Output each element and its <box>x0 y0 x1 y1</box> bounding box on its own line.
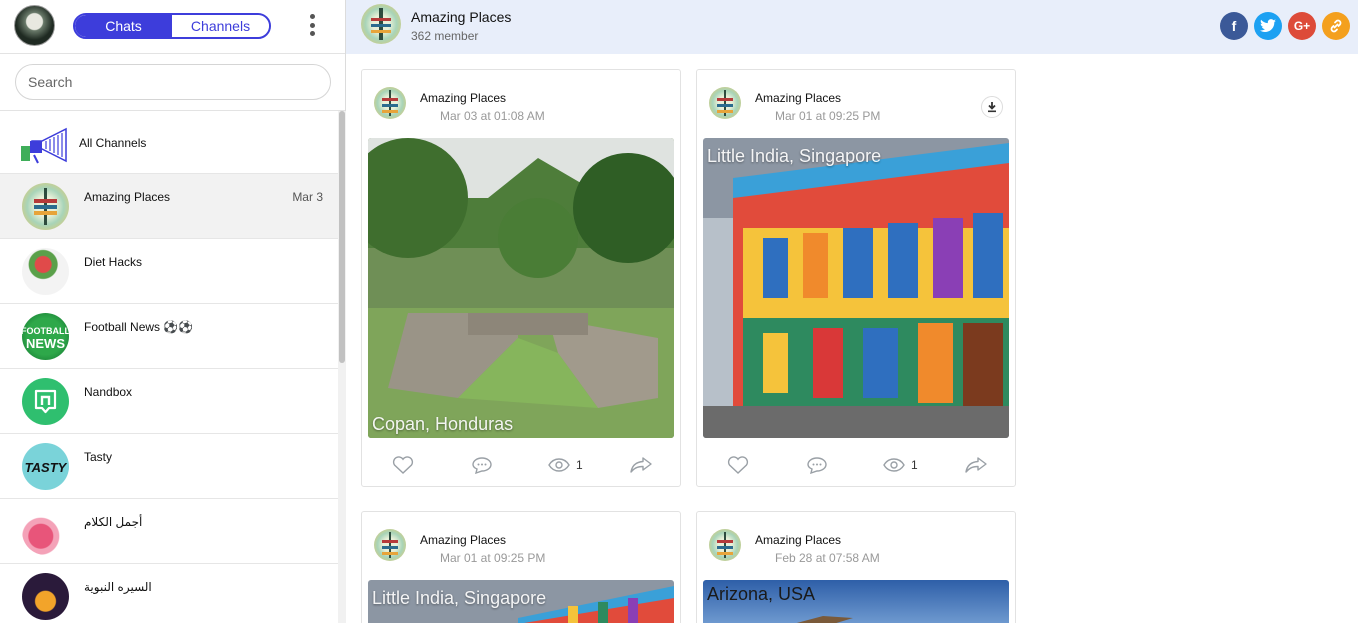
chats-channels-toggle: Chats Channels <box>73 13 271 39</box>
channel-name: Football News ⚽⚽ <box>84 320 194 334</box>
channel-title: Amazing Places <box>411 9 512 25</box>
list-item-all-channels[interactable]: All Channels <box>0 111 338 174</box>
post-image[interactable]: Arizona, USA <box>703 580 1009 623</box>
share-buttons: f G+ <box>1220 12 1350 40</box>
scrollbar-thumb[interactable] <box>339 111 345 363</box>
profile-avatar[interactable] <box>14 5 55 46</box>
channels-tab[interactable]: Channels <box>172 15 269 37</box>
twitter-icon[interactable] <box>1254 12 1282 40</box>
channel-list-scrollbar[interactable] <box>338 111 346 623</box>
post-card: Amazing Places Mar 01 at 09:25 PM Little… <box>696 69 1016 487</box>
megaphone-icon <box>21 127 67 164</box>
channel-avatar <box>22 573 69 620</box>
channel-avatar: FOOTBALL NEWS <box>22 313 69 360</box>
post-channel-name: Amazing Places <box>420 533 507 547</box>
post-image-caption: Little India, Singapore <box>707 146 882 166</box>
post-channel-avatar[interactable] <box>709 87 741 119</box>
sidebar: Chats Channels Al <box>0 0 346 623</box>
share-icon[interactable] <box>630 456 652 474</box>
post-date: Feb 28 at 07:58 AM <box>775 551 880 565</box>
post-actions: 1 <box>362 450 680 480</box>
post-image-caption: Little India, Singapore <box>372 588 547 608</box>
svg-text:NEWS: NEWS <box>26 336 65 351</box>
channel-date: Mar 3 <box>292 190 323 204</box>
channel-avatar <box>22 248 69 295</box>
post-image[interactable]: Little India, Singapore <box>368 580 674 623</box>
post-channel-avatar[interactable] <box>374 529 406 561</box>
channel-name: Nandbox <box>84 385 133 399</box>
channel-header-avatar[interactable] <box>361 4 401 44</box>
link-icon[interactable] <box>1322 12 1350 40</box>
list-item-nandbox[interactable]: Nandbox <box>0 369 338 434</box>
list-item-seerah[interactable]: السيره النبوية <box>0 564 338 623</box>
member-count: 362 member <box>411 29 479 43</box>
search-bar <box>0 54 345 111</box>
channel-list: All Channels Amazing Places Mar 3 Diet H… <box>0 111 338 623</box>
channel-name: Diet Hacks <box>84 255 143 269</box>
all-channels-label: All Channels <box>79 136 147 150</box>
like-icon[interactable] <box>727 456 749 474</box>
views-count: 1 <box>911 458 918 472</box>
post-date: Mar 01 at 09:25 PM <box>775 109 881 123</box>
sidebar-top-bar: Chats Channels <box>0 0 345 54</box>
post-date: Mar 03 at 01:08 AM <box>440 109 545 123</box>
post-channel-avatar[interactable] <box>374 87 406 119</box>
comment-icon[interactable] <box>806 456 828 474</box>
channel-avatar: TASTY <box>22 443 69 490</box>
post-card: Amazing Places Feb 28 at 07:58 AM Arizon… <box>696 511 1016 623</box>
list-item-amazing-places[interactable]: Amazing Places Mar 3 <box>0 174 338 239</box>
channel-header: Amazing Places 362 member f G+ <box>346 0 1358 54</box>
chats-tab[interactable]: Chats <box>75 15 172 37</box>
post-actions: 1 <box>697 450 1015 480</box>
post-channel-avatar[interactable] <box>709 529 741 561</box>
channel-avatar <box>22 508 69 555</box>
channel-avatar <box>22 378 69 425</box>
eye-icon <box>883 458 905 472</box>
post-image-caption: Arizona, USA <box>707 584 816 604</box>
post-channel-name: Amazing Places <box>755 533 842 547</box>
views-counter: 1 <box>883 456 918 474</box>
post-channel-name: Amazing Places <box>420 91 507 105</box>
post-card: Amazing Places Mar 03 at 01:08 AM Copan,… <box>361 69 681 487</box>
more-options-icon[interactable] <box>304 14 320 36</box>
svg-text:FOOTBALL: FOOTBALL <box>22 326 69 336</box>
post-image-caption: Copan, Honduras <box>372 414 514 434</box>
channel-name: Tasty <box>84 450 113 464</box>
post-channel-name: Amazing Places <box>755 91 842 105</box>
post-date: Mar 01 at 09:25 PM <box>440 551 546 565</box>
list-item-football-news[interactable]: FOOTBALL NEWS Football News ⚽⚽ <box>0 304 338 369</box>
channel-avatar <box>22 183 69 230</box>
google-plus-icon[interactable]: G+ <box>1288 12 1316 40</box>
views-count: 1 <box>576 458 583 472</box>
comment-icon[interactable] <box>471 456 493 474</box>
search-input[interactable] <box>15 64 331 100</box>
list-item-diet-hacks[interactable]: Diet Hacks <box>0 239 338 304</box>
svg-text:TASTY: TASTY <box>25 460 68 475</box>
post-image[interactable]: Little India, Singapore <box>703 138 1009 438</box>
like-icon[interactable] <box>392 456 414 474</box>
app-root: Chats Channels Al <box>0 0 1358 623</box>
eye-icon <box>548 458 570 472</box>
views-counter: 1 <box>548 456 583 474</box>
list-item-tasty[interactable]: TASTY Tasty <box>0 434 338 499</box>
share-icon[interactable] <box>965 456 987 474</box>
facebook-icon[interactable]: f <box>1220 12 1248 40</box>
list-item-arabic-words[interactable]: أجمل الكلام <box>0 499 338 564</box>
channel-name: Amazing Places <box>84 190 171 204</box>
post-card: Amazing Places Mar 01 at 09:25 PM Little… <box>361 511 681 623</box>
post-image[interactable]: Copan, Honduras <box>368 138 674 438</box>
download-icon[interactable] <box>981 96 1003 118</box>
channel-name: أجمل الكلام <box>84 515 143 529</box>
channel-name: السيره النبوية <box>84 580 152 594</box>
